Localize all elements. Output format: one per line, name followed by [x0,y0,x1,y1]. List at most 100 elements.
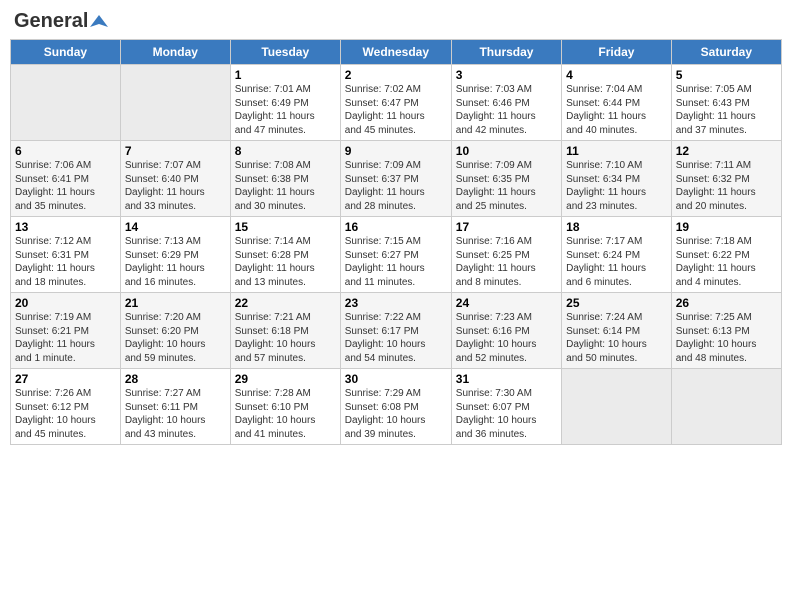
col-header-thursday: Thursday [451,40,561,65]
col-header-monday: Monday [120,40,230,65]
calendar-cell: 25Sunrise: 7:24 AM Sunset: 6:14 PM Dayli… [562,293,672,369]
day-number: 22 [235,296,336,310]
calendar-cell: 18Sunrise: 7:17 AM Sunset: 6:24 PM Dayli… [562,217,672,293]
calendar-cell: 22Sunrise: 7:21 AM Sunset: 6:18 PM Dayli… [230,293,340,369]
day-info: Sunrise: 7:07 AM Sunset: 6:40 PM Dayligh… [125,159,226,213]
day-info: Sunrise: 7:29 AM Sunset: 6:08 PM Dayligh… [345,387,447,441]
day-number: 13 [15,220,116,234]
col-header-sunday: Sunday [11,40,121,65]
day-info: Sunrise: 7:25 AM Sunset: 6:13 PM Dayligh… [676,311,777,365]
day-number: 26 [676,296,777,310]
day-info: Sunrise: 7:11 AM Sunset: 6:32 PM Dayligh… [676,159,777,213]
day-info: Sunrise: 7:14 AM Sunset: 6:28 PM Dayligh… [235,235,336,289]
day-number: 28 [125,372,226,386]
day-info: Sunrise: 7:02 AM Sunset: 6:47 PM Dayligh… [345,83,447,137]
day-info: Sunrise: 7:10 AM Sunset: 6:34 PM Dayligh… [566,159,667,213]
day-number: 1 [235,68,336,82]
calendar-cell [11,65,121,141]
calendar-cell: 5Sunrise: 7:05 AM Sunset: 6:43 PM Daylig… [671,65,781,141]
day-number: 21 [125,296,226,310]
calendar-cell: 8Sunrise: 7:08 AM Sunset: 6:38 PM Daylig… [230,141,340,217]
day-number: 24 [456,296,557,310]
day-number: 30 [345,372,447,386]
calendar-week-row: 1Sunrise: 7:01 AM Sunset: 6:49 PM Daylig… [11,65,782,141]
logo: General [14,10,108,31]
day-info: Sunrise: 7:09 AM Sunset: 6:35 PM Dayligh… [456,159,557,213]
day-number: 9 [345,144,447,158]
day-number: 16 [345,220,447,234]
calendar-week-row: 6Sunrise: 7:06 AM Sunset: 6:41 PM Daylig… [11,141,782,217]
calendar-cell [671,369,781,445]
calendar-cell: 3Sunrise: 7:03 AM Sunset: 6:46 PM Daylig… [451,65,561,141]
day-info: Sunrise: 7:01 AM Sunset: 6:49 PM Dayligh… [235,83,336,137]
day-number: 6 [15,144,116,158]
day-info: Sunrise: 7:22 AM Sunset: 6:17 PM Dayligh… [345,311,447,365]
calendar-cell: 6Sunrise: 7:06 AM Sunset: 6:41 PM Daylig… [11,141,121,217]
calendar-week-row: 13Sunrise: 7:12 AM Sunset: 6:31 PM Dayli… [11,217,782,293]
day-info: Sunrise: 7:06 AM Sunset: 6:41 PM Dayligh… [15,159,116,213]
day-info: Sunrise: 7:28 AM Sunset: 6:10 PM Dayligh… [235,387,336,441]
calendar-cell: 19Sunrise: 7:18 AM Sunset: 6:22 PM Dayli… [671,217,781,293]
day-number: 18 [566,220,667,234]
calendar-cell [120,65,230,141]
calendar-cell: 23Sunrise: 7:22 AM Sunset: 6:17 PM Dayli… [340,293,451,369]
calendar-cell: 13Sunrise: 7:12 AM Sunset: 6:31 PM Dayli… [11,217,121,293]
day-info: Sunrise: 7:30 AM Sunset: 6:07 PM Dayligh… [456,387,557,441]
day-info: Sunrise: 7:23 AM Sunset: 6:16 PM Dayligh… [456,311,557,365]
calendar-cell: 4Sunrise: 7:04 AM Sunset: 6:44 PM Daylig… [562,65,672,141]
day-info: Sunrise: 7:20 AM Sunset: 6:20 PM Dayligh… [125,311,226,365]
day-info: Sunrise: 7:24 AM Sunset: 6:14 PM Dayligh… [566,311,667,365]
day-number: 8 [235,144,336,158]
calendar-week-row: 27Sunrise: 7:26 AM Sunset: 6:12 PM Dayli… [11,369,782,445]
day-info: Sunrise: 7:15 AM Sunset: 6:27 PM Dayligh… [345,235,447,289]
day-info: Sunrise: 7:17 AM Sunset: 6:24 PM Dayligh… [566,235,667,289]
day-info: Sunrise: 7:03 AM Sunset: 6:46 PM Dayligh… [456,83,557,137]
day-number: 23 [345,296,447,310]
day-number: 27 [15,372,116,386]
day-number: 2 [345,68,447,82]
calendar-cell: 31Sunrise: 7:30 AM Sunset: 6:07 PM Dayli… [451,369,561,445]
day-info: Sunrise: 7:26 AM Sunset: 6:12 PM Dayligh… [15,387,116,441]
day-info: Sunrise: 7:19 AM Sunset: 6:21 PM Dayligh… [15,311,116,365]
calendar-cell: 27Sunrise: 7:26 AM Sunset: 6:12 PM Dayli… [11,369,121,445]
calendar-cell: 1Sunrise: 7:01 AM Sunset: 6:49 PM Daylig… [230,65,340,141]
col-header-friday: Friday [562,40,672,65]
col-header-saturday: Saturday [671,40,781,65]
calendar-cell: 9Sunrise: 7:09 AM Sunset: 6:37 PM Daylig… [340,141,451,217]
day-number: 3 [456,68,557,82]
day-info: Sunrise: 7:05 AM Sunset: 6:43 PM Dayligh… [676,83,777,137]
calendar-cell: 16Sunrise: 7:15 AM Sunset: 6:27 PM Dayli… [340,217,451,293]
col-header-tuesday: Tuesday [230,40,340,65]
day-number: 25 [566,296,667,310]
day-number: 14 [125,220,226,234]
day-number: 12 [676,144,777,158]
calendar-header-row: SundayMondayTuesdayWednesdayThursdayFrid… [11,40,782,65]
logo-general: General [14,10,88,33]
calendar-cell: 21Sunrise: 7:20 AM Sunset: 6:20 PM Dayli… [120,293,230,369]
day-info: Sunrise: 7:12 AM Sunset: 6:31 PM Dayligh… [15,235,116,289]
col-header-wednesday: Wednesday [340,40,451,65]
calendar-cell: 20Sunrise: 7:19 AM Sunset: 6:21 PM Dayli… [11,293,121,369]
calendar-cell: 17Sunrise: 7:16 AM Sunset: 6:25 PM Dayli… [451,217,561,293]
calendar-cell: 30Sunrise: 7:29 AM Sunset: 6:08 PM Dayli… [340,369,451,445]
day-number: 20 [15,296,116,310]
day-number: 11 [566,144,667,158]
calendar-cell: 14Sunrise: 7:13 AM Sunset: 6:29 PM Dayli… [120,217,230,293]
calendar-cell: 7Sunrise: 7:07 AM Sunset: 6:40 PM Daylig… [120,141,230,217]
day-info: Sunrise: 7:13 AM Sunset: 6:29 PM Dayligh… [125,235,226,289]
calendar-cell: 10Sunrise: 7:09 AM Sunset: 6:35 PM Dayli… [451,141,561,217]
day-info: Sunrise: 7:04 AM Sunset: 6:44 PM Dayligh… [566,83,667,137]
calendar-cell: 12Sunrise: 7:11 AM Sunset: 6:32 PM Dayli… [671,141,781,217]
day-number: 7 [125,144,226,158]
calendar-cell: 29Sunrise: 7:28 AM Sunset: 6:10 PM Dayli… [230,369,340,445]
calendar-cell: 28Sunrise: 7:27 AM Sunset: 6:11 PM Dayli… [120,369,230,445]
calendar-cell [562,369,672,445]
calendar-table: SundayMondayTuesdayWednesdayThursdayFrid… [10,39,782,445]
day-info: Sunrise: 7:16 AM Sunset: 6:25 PM Dayligh… [456,235,557,289]
calendar-cell: 2Sunrise: 7:02 AM Sunset: 6:47 PM Daylig… [340,65,451,141]
day-info: Sunrise: 7:21 AM Sunset: 6:18 PM Dayligh… [235,311,336,365]
day-number: 15 [235,220,336,234]
calendar-week-row: 20Sunrise: 7:19 AM Sunset: 6:21 PM Dayli… [11,293,782,369]
day-number: 10 [456,144,557,158]
day-info: Sunrise: 7:18 AM Sunset: 6:22 PM Dayligh… [676,235,777,289]
